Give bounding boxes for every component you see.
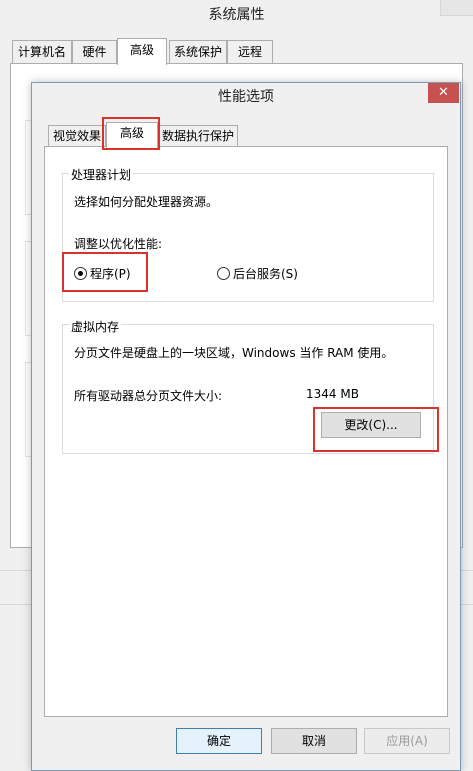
tab-remote[interactable]: 远程 — [227, 40, 273, 64]
tab-hardware[interactable]: 硬件 — [72, 40, 117, 64]
tab-advanced[interactable]: 高级 — [106, 122, 158, 148]
total-paging-file-label: 所有驱动器总分页文件大小: — [74, 389, 223, 403]
background-services-radio-option[interactable]: 后台服务(S) — [217, 265, 317, 281]
close-button[interactable]: ✕ — [428, 83, 459, 103]
tab-advanced[interactable]: 高级 — [117, 38, 167, 65]
adjust-label: 调整以优化性能: — [74, 237, 163, 251]
processor-description: 选择如何分配处理器资源。 — [74, 195, 219, 209]
programs-radio-option[interactable]: 程序(P) — [74, 265, 164, 281]
dialog-title: 性能选项 — [218, 89, 274, 105]
tab-data-execution-prevention[interactable]: 数据执行保护 — [158, 125, 238, 147]
total-paging-file-value: 1344 MB — [306, 387, 359, 401]
change-button[interactable]: 更改(C)... — [321, 412, 421, 438]
virtual-memory-description: 分页文件是硬盘上的一块区域，Windows 当作 RAM 使用。 — [74, 346, 394, 360]
programs-label: 程序(P) — [90, 267, 131, 281]
processor-scheduling-legend: 处理器计划 — [69, 166, 134, 183]
programs-radio[interactable] — [74, 267, 87, 280]
tab-system-protection[interactable]: 系统保护 — [169, 40, 227, 64]
tab-visual-effects[interactable]: 视觉效果 — [48, 125, 106, 147]
apply-button[interactable]: 应用(A) — [364, 728, 450, 754]
performance-options-dialog: 性能选项 ✕ 视觉效果 高级 数据执行保护 处理器计划 选择如何分配处理器资源。… — [31, 82, 461, 771]
close-icon: ✕ — [438, 85, 449, 100]
ok-button[interactable]: 确定 — [176, 728, 262, 754]
window-title: 系统属性 — [208, 7, 265, 23]
cancel-button[interactable]: 取消 — [271, 728, 357, 754]
virtual-memory-legend: 虚拟内存 — [69, 318, 122, 335]
tab-panel: 处理器计划 选择如何分配处理器资源。 调整以优化性能: 程序(P) 后台服务(S… — [44, 146, 448, 717]
background-services-radio[interactable] — [217, 267, 230, 280]
background-services-label: 后台服务(S) — [233, 267, 298, 281]
tab-computer-name[interactable]: 计算机名 — [12, 40, 72, 64]
close-button[interactable] — [440, 0, 473, 16]
